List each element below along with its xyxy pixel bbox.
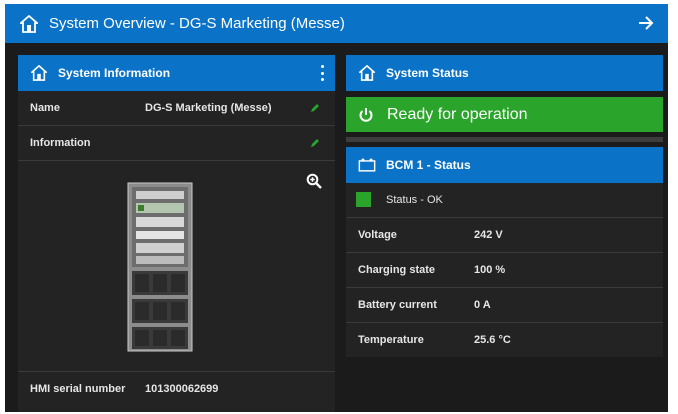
name-row: Name DG-S Marketing (Messe) [18, 91, 335, 126]
page-title: System Overview - DG-S Marketing (Messe) [49, 15, 345, 32]
home-icon [358, 64, 376, 82]
voltage-row: Voltage 242 V [346, 218, 663, 253]
system-image-area [18, 161, 335, 372]
information-label: Information [30, 137, 91, 149]
charging-state-value: 100 % [474, 264, 506, 276]
status-banner: Ready for operation [346, 97, 663, 132]
temperature-row: Temperature 25.6 °C [346, 323, 663, 357]
system-information-panel: System Information Name DG-S Marketing (… [18, 55, 335, 412]
serial-row: HMI serial number 101300062699 [18, 372, 335, 406]
battery-icon [358, 156, 376, 174]
power-icon [358, 107, 374, 123]
battery-current-value: 0 A [474, 299, 491, 311]
system-information-header: System Information [18, 55, 335, 91]
pencil-icon[interactable] [309, 102, 321, 114]
serial-label: HMI serial number [30, 383, 126, 395]
serial-value: 101300062699 [145, 383, 219, 395]
battery-current-row: Battery current 0 A [346, 288, 663, 323]
cabinet-image [127, 182, 193, 352]
arrow-right-icon[interactable] [636, 13, 656, 33]
bcm-status-header: BCM 1 - Status [346, 147, 663, 183]
home-icon[interactable] [19, 14, 39, 34]
name-value: DG-S Marketing (Messe) [145, 102, 272, 114]
status-indicator [356, 192, 371, 207]
status-text: Ready for operation [387, 105, 528, 123]
home-icon [30, 64, 48, 82]
status-ok-text: Status - OK [386, 194, 443, 206]
name-label: Name [30, 102, 60, 114]
pencil-icon[interactable] [309, 137, 321, 149]
top-bar: System Overview - DG-S Marketing (Messe) [5, 4, 668, 43]
app-window: System Overview - DG-S Marketing (Messe)… [5, 4, 668, 412]
bcm-status-row: Status - OK [346, 183, 663, 218]
charging-state-label: Charging state [358, 264, 436, 276]
voltage-label: Voltage [358, 229, 397, 241]
panel-title: System Information [58, 66, 171, 80]
zoom-in-icon[interactable] [306, 173, 322, 189]
bcm-status-panel: BCM 1 - Status Status - OK Voltage 242 V… [346, 147, 663, 357]
battery-current-label: Battery current [358, 299, 437, 311]
panel-title: System Status [386, 66, 469, 80]
voltage-value: 242 V [474, 229, 503, 241]
system-status-header: System Status [346, 55, 663, 91]
system-status-panel: System Status Ready for operation [346, 55, 663, 142]
charging-state-row: Charging state 100 % [346, 253, 663, 288]
divider [346, 137, 663, 142]
kebab-menu-icon[interactable] [319, 65, 325, 81]
panel-title: BCM 1 - Status [386, 158, 471, 172]
temperature-value: 25.6 °C [474, 334, 511, 346]
temperature-label: Temperature [358, 334, 424, 346]
information-row: Information [18, 126, 335, 161]
